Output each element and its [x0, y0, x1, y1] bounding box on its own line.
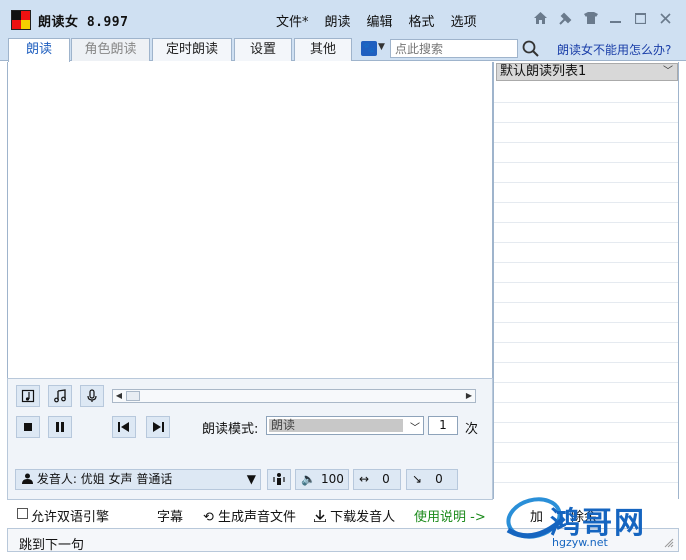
microphone-icon[interactable]	[80, 385, 104, 407]
tab-timed-read[interactable]: 定时朗读	[152, 38, 232, 61]
playlist-select[interactable]: 默认朗读列表1 ﹀	[496, 63, 678, 81]
speed-control[interactable]: ↔ 0	[353, 469, 401, 490]
bilingual-checkbox[interactable]	[17, 508, 28, 519]
menu-format[interactable]: 格式	[409, 11, 435, 30]
read-mode-value: 朗读	[269, 419, 403, 432]
tab-other[interactable]: 其他	[294, 38, 352, 61]
pause-button[interactable]	[48, 416, 72, 438]
document-music-icon[interactable]	[16, 385, 40, 407]
playlist-panel: 默认朗读列表1 ﹀	[493, 62, 679, 499]
download-icon	[313, 510, 327, 523]
watermark-url: hgzyw.net	[552, 536, 608, 549]
speed-value: 0	[382, 472, 390, 486]
volume-value: 100	[320, 472, 344, 486]
menu-file[interactable]: 文件*	[276, 11, 309, 30]
previous-button[interactable]	[112, 416, 136, 438]
volume-control[interactable]: 🔈 100	[295, 469, 349, 490]
voice-label: 发音人:	[36, 472, 77, 486]
stop-button[interactable]	[16, 416, 40, 438]
download-voice-button[interactable]: 下载发音人	[313, 506, 395, 525]
skin-icon[interactable]	[580, 8, 601, 28]
controls-panel: ◀ ▶ 朗读模式: 朗读 ﹀ 1 次 发音人: 优姐 女声 普通话 ▼ 🔈 10…	[7, 378, 493, 500]
tab-read[interactable]: 朗读	[8, 38, 70, 62]
search-icon[interactable]	[521, 39, 541, 59]
title-bar: 朗读女 8.997 文件* 朗读 编辑 格式 选项	[0, 0, 686, 38]
engine-dropdown-arrow-icon[interactable]: ▼	[378, 42, 385, 52]
tab-settings[interactable]: 设置	[234, 38, 292, 61]
usage-link[interactable]: 使用说明 ->	[414, 506, 486, 525]
menu-options[interactable]: 选项	[451, 11, 477, 30]
person-icon	[22, 473, 33, 484]
loop-icon: ⟲	[203, 510, 214, 525]
maximize-icon[interactable]	[630, 8, 651, 28]
close-icon[interactable]	[655, 8, 676, 28]
next-button[interactable]	[146, 416, 170, 438]
repeat-count-input[interactable]: 1	[428, 416, 458, 435]
pitch-control[interactable]: ↘ 0	[406, 469, 458, 490]
playlist-select-value: 默认朗读列表1	[500, 64, 587, 79]
status-text: 跳到下一句	[19, 538, 85, 553]
speed-arrows-icon: ↔	[359, 472, 370, 486]
tab-row: 朗读 角色朗读 定时朗读 设置 其他 🐾 ▼ 朗读女不能用怎么办?	[0, 38, 686, 62]
voice-test-button[interactable]	[267, 469, 291, 490]
caret-down-icon: ▼	[246, 472, 256, 486]
scroll-left-icon[interactable]: ◀	[113, 390, 125, 402]
app-title: 朗读女 8.997	[38, 15, 129, 30]
text-editor[interactable]	[7, 62, 493, 378]
tab-role-read[interactable]: 角色朗读	[71, 38, 150, 61]
bilingual-label[interactable]: 允许双语引擎	[31, 506, 109, 525]
menu-edit[interactable]: 编辑	[367, 11, 393, 30]
voice-select[interactable]: 发音人: 优姐 女声 普通话 ▼	[15, 469, 261, 490]
speaker-person-icon	[273, 473, 285, 485]
search-engine-paw-icon[interactable]: 🐾	[361, 41, 377, 56]
window-controls	[530, 8, 676, 28]
menu-bar: 文件* 朗读 编辑 格式 选项	[276, 11, 493, 30]
tools-icon[interactable]	[555, 8, 576, 28]
subtitle-button[interactable]: 字幕	[157, 506, 183, 525]
watermark-logo: 鸿哥网 hgzyw.net	[494, 488, 686, 554]
chevron-down-icon: ﹀	[663, 66, 673, 77]
scroll-right-icon[interactable]: ▶	[463, 390, 475, 402]
home-icon[interactable]	[530, 8, 551, 28]
app-logo-icon	[11, 10, 31, 30]
progress-scrollbar[interactable]: ◀ ▶	[112, 389, 476, 403]
generate-audio-button[interactable]: ⟲ 生成声音文件	[203, 506, 296, 525]
read-mode-select[interactable]: 朗读 ﹀	[266, 416, 424, 435]
volume-icon: 🔈	[301, 472, 316, 486]
music-note-icon[interactable]	[48, 385, 72, 407]
help-link[interactable]: 朗读女不能用怎么办?	[557, 41, 671, 58]
scroll-thumb[interactable]	[126, 391, 140, 401]
search-input[interactable]	[390, 39, 518, 58]
minimize-icon[interactable]	[605, 8, 626, 28]
read-mode-label: 朗读模式:	[202, 422, 259, 437]
voice-value: 优姐 女声 普通话	[80, 472, 173, 486]
chevron-down-icon: ﹀	[410, 423, 420, 434]
repeat-unit-label: 次	[465, 422, 479, 437]
pitch-value: 0	[435, 472, 443, 486]
menu-read[interactable]: 朗读	[325, 11, 351, 30]
pitch-icon: ↘	[412, 472, 423, 486]
